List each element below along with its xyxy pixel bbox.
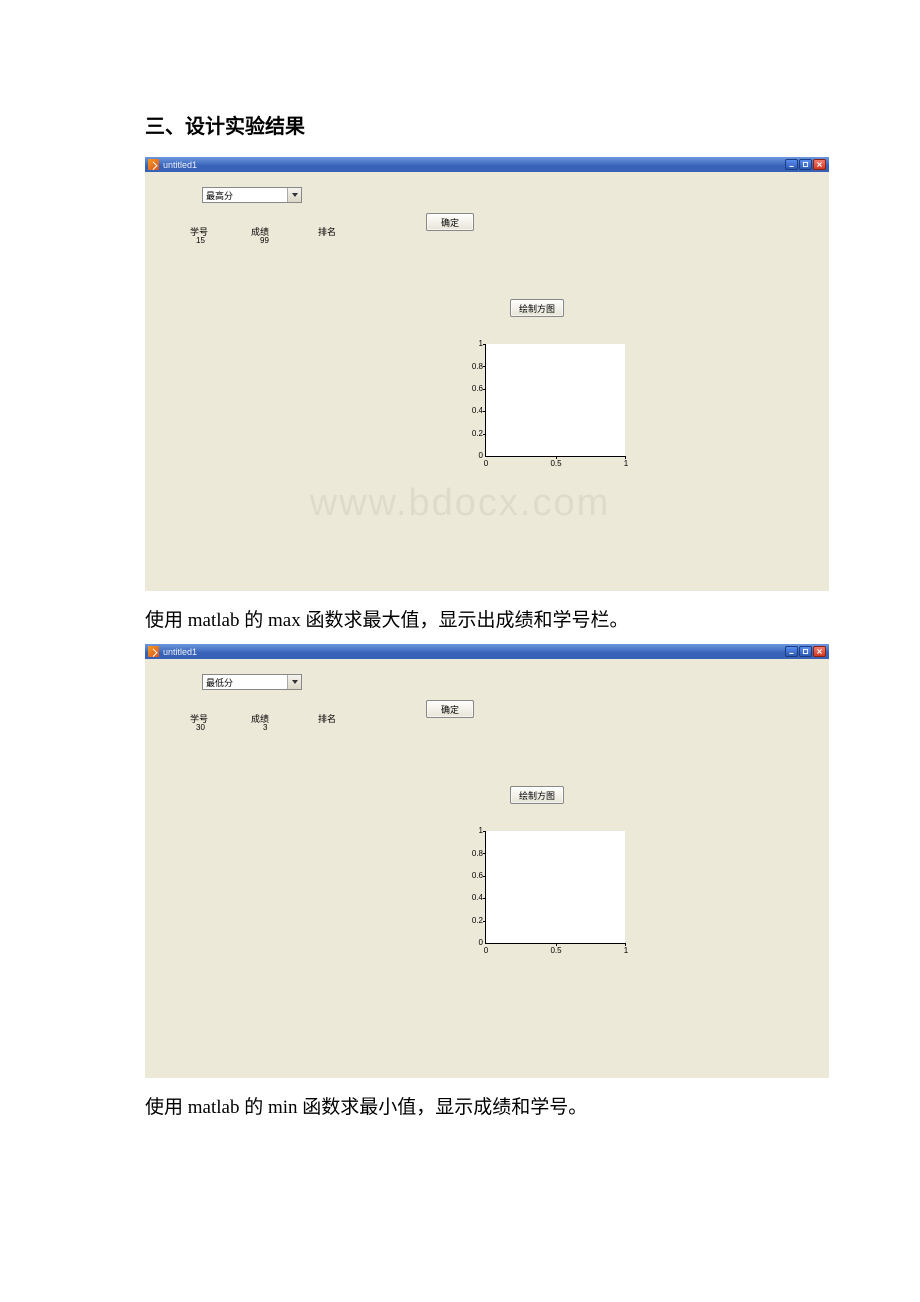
dropdown-value: 最高分 (206, 189, 233, 202)
close-button[interactable] (813, 646, 826, 657)
dropdown-value: 最低分 (206, 676, 233, 689)
ytick: 0.2 (461, 916, 483, 925)
window-title: untitled1 (163, 647, 197, 657)
value-score: 3 (263, 723, 267, 732)
ytick: 1 (461, 826, 483, 835)
confirm-button[interactable]: 确定 (426, 213, 474, 231)
ytick: 1 (461, 339, 483, 348)
caption-min: 使用 matlab 的 min 函数求最小值，显示成绩和学号。 (145, 1092, 775, 1119)
window-title: untitled1 (163, 160, 197, 170)
minimize-button[interactable] (785, 646, 798, 657)
metric-dropdown[interactable]: 最高分 (202, 187, 302, 203)
ytick: 0.8 (461, 849, 483, 858)
label-rank: 排名 (318, 712, 336, 725)
window-titlebar: untitled1 (145, 157, 829, 172)
ytick: 0.6 (461, 871, 483, 880)
chevron-down-icon (287, 188, 301, 202)
section-heading: 三、设计实验结果 (145, 110, 775, 139)
ytick: 0.4 (461, 406, 483, 415)
plot-button[interactable]: 绘制方图 (510, 786, 564, 804)
ytick: 0.4 (461, 893, 483, 902)
caption-max: 使用 matlab 的 max 函数求最大值，显示出成绩和学号栏。 (145, 605, 775, 632)
plot-axes: 1 0.8 0.6 0.4 0.2 0 0 0.5 1 (485, 831, 625, 944)
matlab-gui-window-min: untitled1 最低分 学号 成绩 排名 30 3 确定 绘制方图 1 0.… (145, 644, 829, 1078)
label-rank: 排名 (318, 225, 336, 238)
ytick: 0.6 (461, 384, 483, 393)
xtick: 0 (476, 459, 496, 468)
matlab-icon (148, 159, 159, 170)
ytick: 0.8 (461, 362, 483, 371)
window-titlebar: untitled1 (145, 644, 829, 659)
close-button[interactable] (813, 159, 826, 170)
value-id: 30 (196, 723, 205, 732)
confirm-button[interactable]: 确定 (426, 700, 474, 718)
xtick: 1 (616, 946, 636, 955)
xtick: 0 (476, 946, 496, 955)
chevron-down-icon (287, 675, 301, 689)
minimize-button[interactable] (785, 159, 798, 170)
plot-axes: 1 0.8 0.6 0.4 0.2 0 0 0.5 1 (485, 344, 625, 457)
ytick: 0.2 (461, 429, 483, 438)
value-id: 15 (196, 236, 205, 245)
metric-dropdown[interactable]: 最低分 (202, 674, 302, 690)
xtick: 1 (616, 459, 636, 468)
xtick: 0.5 (546, 459, 566, 468)
maximize-button[interactable] (799, 646, 812, 657)
matlab-gui-window-max: untitled1 最高分 学号 成绩 排名 15 99 确定 绘制方图 1 0… (145, 157, 829, 591)
matlab-icon (148, 646, 159, 657)
plot-button[interactable]: 绘制方图 (510, 299, 564, 317)
xtick: 0.5 (546, 946, 566, 955)
value-score: 99 (260, 236, 269, 245)
maximize-button[interactable] (799, 159, 812, 170)
